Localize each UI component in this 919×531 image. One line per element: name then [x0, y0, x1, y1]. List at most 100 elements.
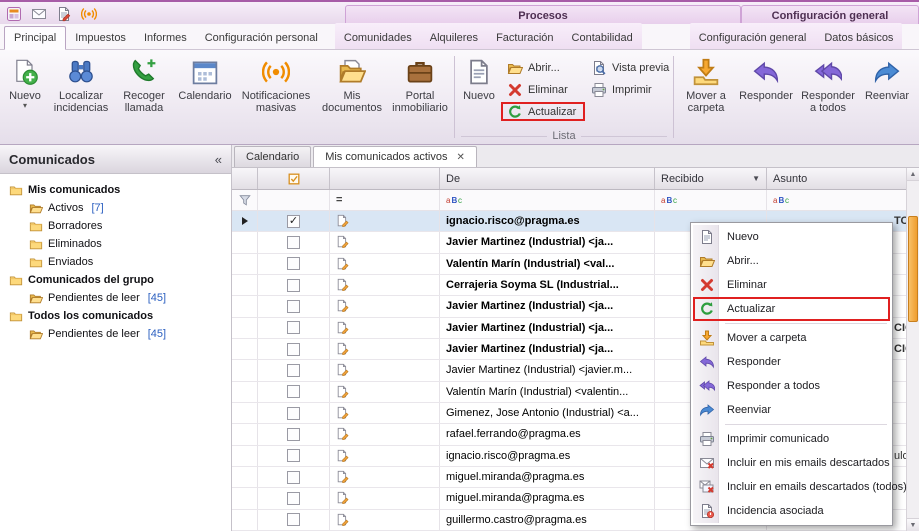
- tab-configuracion-personal[interactable]: Configuración personal: [196, 27, 327, 49]
- menu-item-eliminar[interactable]: Eliminar: [693, 273, 890, 297]
- row-checkbox[interactable]: [287, 428, 300, 441]
- checkbox-cell[interactable]: [258, 382, 330, 402]
- checkbox-cell[interactable]: [258, 211, 330, 231]
- filter-checkbox-cell[interactable]: [258, 190, 330, 210]
- menu-item-incidencia-asociada[interactable]: Incidencia asociada: [693, 499, 890, 523]
- checkbox-cell[interactable]: [258, 403, 330, 423]
- row-checkbox[interactable]: [287, 321, 300, 334]
- close-tab-icon[interactable]: [456, 152, 464, 163]
- menu-item-incluir-en-emails-descartados-todos[interactable]: Incluir en emails descartados (todos): [693, 475, 890, 499]
- tab-informes[interactable]: Informes: [135, 27, 196, 49]
- tree-item-eliminados[interactable]: Eliminados: [0, 235, 231, 253]
- tree-item-pendientes-de-leer-grupo[interactable]: Pendientes de leer [45]: [0, 289, 231, 307]
- checkbox-cell[interactable]: [258, 275, 330, 295]
- menu-item-nuevo[interactable]: Nuevo: [693, 225, 890, 249]
- tree-item-enviados[interactable]: Enviados: [0, 253, 231, 271]
- row-checkbox[interactable]: [287, 236, 300, 249]
- checkbox-cell[interactable]: [258, 488, 330, 508]
- column-header-asunto[interactable]: Asunto: [767, 168, 919, 189]
- menu-item-reenviar[interactable]: Reenviar: [693, 398, 890, 422]
- mail-icon[interactable]: [29, 5, 49, 23]
- mover-a-carpeta-button[interactable]: Mover a carpeta: [676, 53, 736, 143]
- menu-item-abrir[interactable]: Abrir...: [693, 249, 890, 273]
- menu-item-actualizar[interactable]: Actualizar: [693, 297, 890, 321]
- tab-alquileres[interactable]: Alquileres: [421, 27, 487, 49]
- broadcast-icon[interactable]: [79, 5, 99, 23]
- checkbox-cell[interactable]: [258, 318, 330, 338]
- tab-configuracion-general[interactable]: Configuración general: [690, 27, 816, 49]
- row-checkbox[interactable]: [287, 513, 300, 526]
- recoger-llamada-button[interactable]: Recoger llamada: [114, 53, 174, 143]
- tab-contabilidad[interactable]: Contabilidad: [563, 27, 642, 49]
- nuevo-button[interactable]: Nuevo: [2, 53, 48, 143]
- checkbox-cell[interactable]: [258, 232, 330, 252]
- scrollbar-thumb[interactable]: [908, 216, 918, 322]
- menu-item-responder-a-todos[interactable]: Responder a todos: [693, 374, 890, 398]
- auto-filter-row[interactable]: =: [232, 190, 919, 211]
- menu-item-responder[interactable]: Responder: [693, 350, 890, 374]
- row-checkbox[interactable]: [287, 300, 300, 313]
- abrir-button[interactable]: Abrir...: [501, 58, 585, 77]
- filter-icon-col-cell[interactable]: =: [330, 190, 440, 210]
- row-checkbox[interactable]: [287, 492, 300, 505]
- tab-comunidades[interactable]: Comunidades: [335, 27, 421, 49]
- row-checkbox[interactable]: [287, 471, 300, 484]
- tree-item-todos-los-comunicados[interactable]: Todos los comunicados: [0, 307, 231, 325]
- filter-de-cell[interactable]: [440, 190, 655, 210]
- app-icon[interactable]: [4, 5, 24, 23]
- tree-item-activos[interactable]: Activos [7]: [0, 199, 231, 217]
- checkbox-cell[interactable]: [258, 424, 330, 444]
- reenviar-button[interactable]: Reenviar: [860, 53, 914, 143]
- tab-calendario[interactable]: Calendario: [234, 146, 311, 167]
- mis-documentos-button[interactable]: Mis documentos: [316, 53, 388, 143]
- checkbox-cell[interactable]: [258, 296, 330, 316]
- tree-item-comunicados-del-grupo[interactable]: Comunicados del grupo: [0, 271, 231, 289]
- menu-item-imprimir-comunicado[interactable]: Imprimir comunicado: [693, 427, 890, 451]
- eliminar-button[interactable]: Eliminar: [501, 80, 585, 99]
- localizar-incidencias-button[interactable]: Localizar incidencias: [48, 53, 114, 143]
- row-checkbox[interactable]: [287, 385, 300, 398]
- collapse-sidebar-icon[interactable]: «: [215, 152, 222, 167]
- checkbox-cell[interactable]: [258, 360, 330, 380]
- row-checkbox[interactable]: [287, 343, 300, 356]
- checkbox-cell[interactable]: [258, 467, 330, 487]
- tree-item-pendientes-de-leer-todos[interactable]: Pendientes de leer [45]: [0, 325, 231, 343]
- compose-icon[interactable]: [54, 5, 74, 23]
- row-checkbox[interactable]: [287, 279, 300, 292]
- tab-impuestos[interactable]: Impuestos: [66, 27, 135, 49]
- scroll-down-icon[interactable]: ▼: [907, 518, 919, 531]
- tab-mis-comunicados-activos[interactable]: Mis comunicados activos: [313, 146, 477, 167]
- checkbox-column-header[interactable]: [258, 168, 330, 189]
- checkbox-cell[interactable]: [258, 339, 330, 359]
- actualizar-button[interactable]: Actualizar: [501, 102, 585, 121]
- checkbox-cell[interactable]: [258, 254, 330, 274]
- menu-item-mover-a-carpeta[interactable]: Mover a carpeta: [693, 326, 890, 350]
- vista-previa-button[interactable]: Vista previa: [585, 58, 671, 77]
- responder-a-todos-button[interactable]: Responder a todos: [796, 53, 860, 143]
- vertical-scrollbar[interactable]: ▲ ▼: [906, 168, 919, 531]
- row-checkbox[interactable]: [287, 364, 300, 377]
- lista-nuevo-button[interactable]: Nuevo: [457, 53, 501, 129]
- row-checkbox[interactable]: [287, 215, 300, 228]
- column-header-recibido[interactable]: Recibido: [655, 168, 767, 189]
- tab-principal[interactable]: Principal: [4, 26, 66, 50]
- filter-asunto-cell[interactable]: [767, 190, 919, 210]
- row-checkbox[interactable]: [287, 449, 300, 462]
- imprimir-button[interactable]: Imprimir: [585, 80, 671, 99]
- message-icon-column-header[interactable]: [330, 168, 440, 189]
- checkbox-cell[interactable]: [258, 510, 330, 530]
- filter-recibido-cell[interactable]: [655, 190, 767, 210]
- tree-item-mis-comunicados[interactable]: Mis comunicados: [0, 181, 231, 199]
- column-header-de[interactable]: De: [440, 168, 655, 189]
- checkbox-cell[interactable]: [258, 446, 330, 466]
- scroll-up-icon[interactable]: ▲: [907, 168, 919, 181]
- row-checkbox[interactable]: [287, 257, 300, 270]
- menu-item-incluir-en-mis-emails-descartados[interactable]: Incluir en mis emails descartados: [693, 451, 890, 475]
- responder-button[interactable]: Responder: [736, 53, 796, 143]
- portal-inmobiliario-button[interactable]: Portal inmobiliario: [388, 53, 452, 143]
- tab-facturacion[interactable]: Facturación: [487, 27, 562, 49]
- tab-datos-basicos[interactable]: Datos básicos: [815, 27, 902, 49]
- notificaciones-masivas-button[interactable]: Notificaciones masivas: [236, 53, 316, 143]
- calendario-button[interactable]: Calendario: [174, 53, 236, 143]
- row-checkbox[interactable]: [287, 407, 300, 420]
